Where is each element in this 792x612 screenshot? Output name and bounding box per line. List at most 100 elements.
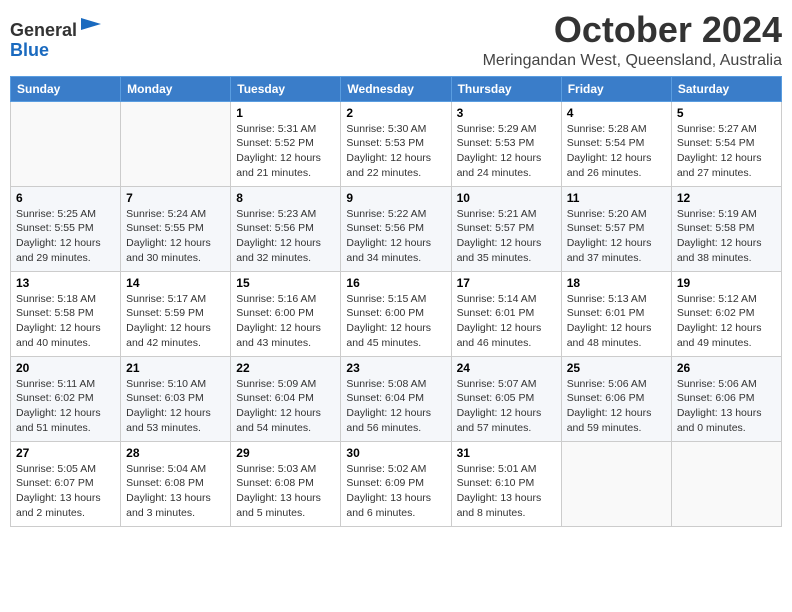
day-info: Sunrise: 5:30 AM Sunset: 5:53 PM Dayligh…: [346, 122, 445, 181]
week-row-3: 13Sunrise: 5:18 AM Sunset: 5:58 PM Dayli…: [11, 271, 782, 356]
calendar-cell: 30Sunrise: 5:02 AM Sunset: 6:09 PM Dayli…: [341, 441, 451, 526]
day-number: 5: [677, 106, 776, 120]
logo-general: General: [10, 20, 77, 40]
day-info: Sunrise: 5:22 AM Sunset: 5:56 PM Dayligh…: [346, 207, 445, 266]
day-info: Sunrise: 5:17 AM Sunset: 5:59 PM Dayligh…: [126, 292, 225, 351]
calendar-cell: [121, 101, 231, 186]
day-info: Sunrise: 5:06 AM Sunset: 6:06 PM Dayligh…: [677, 377, 776, 436]
month-title: October 2024: [483, 10, 782, 50]
calendar-cell: 13Sunrise: 5:18 AM Sunset: 5:58 PM Dayli…: [11, 271, 121, 356]
title-block: October 2024 Meringandan West, Queenslan…: [483, 10, 782, 70]
calendar-cell: 5 Sunrise: 5:27 AM Sunset: 5:54 PM Daylig…: [671, 101, 781, 186]
calendar-body: 1 Sunrise: 5:31 AM Sunset: 5:52 PM Daylig…: [11, 101, 782, 526]
day-number: 10: [457, 191, 556, 205]
logo-flag-icon: [79, 16, 103, 36]
day-info: Sunrise: 5:12 AM Sunset: 6:02 PM Dayligh…: [677, 292, 776, 351]
calendar-cell: 1 Sunrise: 5:31 AM Sunset: 5:52 PM Daylig…: [231, 101, 341, 186]
calendar-cell: [561, 441, 671, 526]
day-info: Sunrise: 5:08 AM Sunset: 6:04 PM Dayligh…: [346, 377, 445, 436]
day-number: 21: [126, 361, 225, 375]
calendar-cell: 19Sunrise: 5:12 AM Sunset: 6:02 PM Dayli…: [671, 271, 781, 356]
day-info: Sunrise: 5:11 AM Sunset: 6:02 PM Dayligh…: [16, 377, 115, 436]
day-info: Sunrise: 5:15 AM Sunset: 6:00 PM Dayligh…: [346, 292, 445, 351]
day-info: Sunrise: 5:14 AM Sunset: 6:01 PM Dayligh…: [457, 292, 556, 351]
day-number: 3: [457, 106, 556, 120]
day-number: 6: [16, 191, 115, 205]
calendar-cell: 17Sunrise: 5:14 AM Sunset: 6:01 PM Dayli…: [451, 271, 561, 356]
calendar-cell: 11 Sunrise: 5:20 AM Sunset: 5:57 PM Dayli…: [561, 186, 671, 271]
calendar-cell: 18 Sunrise: 5:13 AM Sunset: 6:01 PM Dayli…: [561, 271, 671, 356]
day-number: 28: [126, 446, 225, 460]
calendar-cell: 14 Sunrise: 5:17 AM Sunset: 5:59 PM Dayli…: [121, 271, 231, 356]
day-number: 12: [677, 191, 776, 205]
calendar-cell: 9 Sunrise: 5:22 AM Sunset: 5:56 PM Daylig…: [341, 186, 451, 271]
day-number: 4: [567, 106, 666, 120]
day-info: Sunrise: 5:25 AM Sunset: 5:55 PM Dayligh…: [16, 207, 115, 266]
week-row-1: 1 Sunrise: 5:31 AM Sunset: 5:52 PM Daylig…: [11, 101, 782, 186]
calendar-cell: 23 Sunrise: 5:08 AM Sunset: 6:04 PM Dayli…: [341, 356, 451, 441]
calendar-cell: 21 Sunrise: 5:10 AM Sunset: 6:03 PM Dayli…: [121, 356, 231, 441]
day-number: 15: [236, 276, 335, 290]
week-row-5: 27 Sunrise: 5:05 AM Sunset: 6:07 PM Dayli…: [11, 441, 782, 526]
day-info: Sunrise: 5:04 AM Sunset: 6:08 PM Dayligh…: [126, 462, 225, 521]
logo-blue: Blue: [10, 40, 49, 60]
day-info: Sunrise: 5:05 AM Sunset: 6:07 PM Dayligh…: [16, 462, 115, 521]
calendar-cell: 3Sunrise: 5:29 AM Sunset: 5:53 PM Daylig…: [451, 101, 561, 186]
day-number: 26: [677, 361, 776, 375]
day-info: Sunrise: 5:06 AM Sunset: 6:06 PM Dayligh…: [567, 377, 666, 436]
day-number: 24: [457, 361, 556, 375]
day-info: Sunrise: 5:07 AM Sunset: 6:05 PM Dayligh…: [457, 377, 556, 436]
day-number: 13: [16, 276, 115, 290]
calendar-header-row: SundayMondayTuesdayWednesdayThursdayFrid…: [11, 76, 782, 101]
header-thursday: Thursday: [451, 76, 561, 101]
day-number: 29: [236, 446, 335, 460]
header-saturday: Saturday: [671, 76, 781, 101]
day-number: 7: [126, 191, 225, 205]
calendar-cell: 26 Sunrise: 5:06 AM Sunset: 6:06 PM Dayli…: [671, 356, 781, 441]
day-number: 14: [126, 276, 225, 290]
calendar-cell: [11, 101, 121, 186]
location-subtitle: Meringandan West, Queensland, Australia: [483, 52, 782, 70]
calendar-cell: 27 Sunrise: 5:05 AM Sunset: 6:07 PM Dayli…: [11, 441, 121, 526]
day-number: 31: [457, 446, 556, 460]
calendar-cell: [671, 441, 781, 526]
day-info: Sunrise: 5:27 AM Sunset: 5:54 PM Dayligh…: [677, 122, 776, 181]
day-number: 9: [346, 191, 445, 205]
header-sunday: Sunday: [11, 76, 121, 101]
day-number: 11: [567, 191, 666, 205]
calendar-cell: 20Sunrise: 5:11 AM Sunset: 6:02 PM Dayli…: [11, 356, 121, 441]
day-info: Sunrise: 5:31 AM Sunset: 5:52 PM Dayligh…: [236, 122, 335, 181]
day-number: 25: [567, 361, 666, 375]
calendar-cell: 2 Sunrise: 5:30 AM Sunset: 5:53 PM Daylig…: [341, 101, 451, 186]
calendar-cell: 4 Sunrise: 5:28 AM Sunset: 5:54 PM Daylig…: [561, 101, 671, 186]
day-info: Sunrise: 5:13 AM Sunset: 6:01 PM Dayligh…: [567, 292, 666, 351]
week-row-4: 20Sunrise: 5:11 AM Sunset: 6:02 PM Dayli…: [11, 356, 782, 441]
calendar-cell: 28 Sunrise: 5:04 AM Sunset: 6:08 PM Dayli…: [121, 441, 231, 526]
calendar-cell: 6 Sunrise: 5:25 AM Sunset: 5:55 PM Daylig…: [11, 186, 121, 271]
day-number: 16: [346, 276, 445, 290]
header-friday: Friday: [561, 76, 671, 101]
day-info: Sunrise: 5:09 AM Sunset: 6:04 PM Dayligh…: [236, 377, 335, 436]
calendar-header: SundayMondayTuesdayWednesdayThursdayFrid…: [11, 76, 782, 101]
calendar-cell: 15 Sunrise: 5:16 AM Sunset: 6:00 PM Dayli…: [231, 271, 341, 356]
day-info: Sunrise: 5:20 AM Sunset: 5:57 PM Dayligh…: [567, 207, 666, 266]
day-info: Sunrise: 5:03 AM Sunset: 6:08 PM Dayligh…: [236, 462, 335, 521]
day-info: Sunrise: 5:16 AM Sunset: 6:00 PM Dayligh…: [236, 292, 335, 351]
day-info: Sunrise: 5:28 AM Sunset: 5:54 PM Dayligh…: [567, 122, 666, 181]
week-row-2: 6 Sunrise: 5:25 AM Sunset: 5:55 PM Daylig…: [11, 186, 782, 271]
header-tuesday: Tuesday: [231, 76, 341, 101]
day-number: 30: [346, 446, 445, 460]
calendar-cell: 25 Sunrise: 5:06 AM Sunset: 6:06 PM Dayli…: [561, 356, 671, 441]
day-number: 23: [346, 361, 445, 375]
page-header: General Blue October 2024 Meringandan We…: [10, 10, 782, 70]
day-info: Sunrise: 5:10 AM Sunset: 6:03 PM Dayligh…: [126, 377, 225, 436]
day-info: Sunrise: 5:21 AM Sunset: 5:57 PM Dayligh…: [457, 207, 556, 266]
day-number: 18: [567, 276, 666, 290]
day-number: 1: [236, 106, 335, 120]
calendar-cell: 10 Sunrise: 5:21 AM Sunset: 5:57 PM Dayli…: [451, 186, 561, 271]
calendar-cell: 24 Sunrise: 5:07 AM Sunset: 6:05 PM Dayli…: [451, 356, 561, 441]
day-number: 2: [346, 106, 445, 120]
calendar-cell: 8Sunrise: 5:23 AM Sunset: 5:56 PM Daylig…: [231, 186, 341, 271]
day-number: 27: [16, 446, 115, 460]
day-number: 22: [236, 361, 335, 375]
